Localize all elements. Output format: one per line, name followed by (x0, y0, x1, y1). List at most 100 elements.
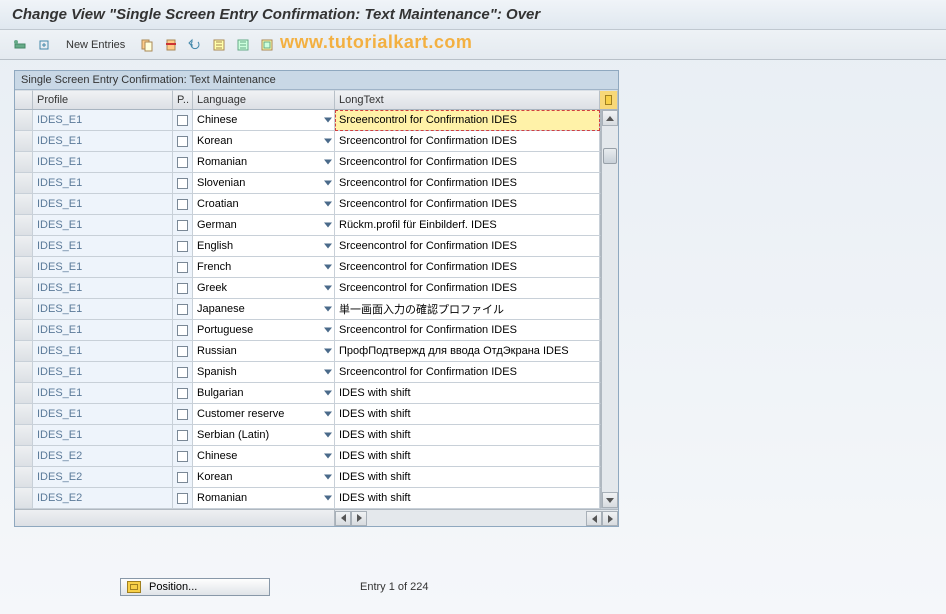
row-selector[interactable] (15, 152, 33, 173)
row-selector[interactable] (15, 194, 33, 215)
dropdown-icon[interactable] (324, 244, 332, 249)
cell-language[interactable]: Korean (193, 131, 335, 152)
dropdown-icon[interactable] (324, 370, 332, 375)
row-selector[interactable] (15, 173, 33, 194)
cell-language[interactable]: Bulgarian (193, 383, 335, 404)
row-selector[interactable] (15, 425, 33, 446)
cell-p-checkbox[interactable] (173, 467, 193, 488)
cell-p-checkbox[interactable] (173, 446, 193, 467)
undo-icon[interactable] (185, 35, 205, 55)
cell-profile[interactable]: IDES_E1 (33, 215, 173, 236)
cell-language[interactable]: Romanian (193, 152, 335, 173)
cell-p-checkbox[interactable] (173, 257, 193, 278)
cell-profile[interactable]: IDES_E1 (33, 110, 173, 131)
row-selector[interactable] (15, 299, 33, 320)
row-selector[interactable] (15, 446, 33, 467)
cell-language[interactable]: Customer reserve (193, 404, 335, 425)
scroll-left2-icon[interactable] (586, 511, 602, 526)
cell-p-checkbox[interactable] (173, 236, 193, 257)
cell-longtext[interactable]: IDES with shift (335, 425, 600, 446)
dropdown-icon[interactable] (324, 412, 332, 417)
cell-longtext[interactable]: Srceencontrol for Confirmation IDES (335, 362, 600, 383)
cell-profile[interactable]: IDES_E2 (33, 446, 173, 467)
cell-language[interactable]: Portuguese (193, 320, 335, 341)
cell-profile[interactable]: IDES_E1 (33, 404, 173, 425)
dropdown-icon[interactable] (324, 223, 332, 228)
cell-longtext[interactable]: Srceencontrol for Confirmation IDES (335, 131, 600, 152)
cell-longtext[interactable]: IDES with shift (335, 467, 600, 488)
cell-profile[interactable]: IDES_E1 (33, 278, 173, 299)
cell-profile[interactable]: IDES_E2 (33, 488, 173, 509)
cell-p-checkbox[interactable] (173, 362, 193, 383)
cell-longtext[interactable]: IDES with shift (335, 446, 600, 467)
cell-language[interactable]: German (193, 215, 335, 236)
cell-language[interactable]: Chinese (193, 446, 335, 467)
cell-profile[interactable]: IDES_E1 (33, 236, 173, 257)
cell-language[interactable]: Spanish (193, 362, 335, 383)
scroll-thumb[interactable] (603, 148, 617, 164)
cell-language[interactable]: English (193, 236, 335, 257)
cell-profile[interactable]: IDES_E1 (33, 341, 173, 362)
row-selector[interactable] (15, 488, 33, 509)
cell-p-checkbox[interactable] (173, 299, 193, 320)
deselect-all-icon[interactable] (233, 35, 253, 55)
cell-profile[interactable]: IDES_E1 (33, 425, 173, 446)
cell-profile[interactable]: IDES_E1 (33, 131, 173, 152)
cell-longtext[interactable]: Srceencontrol for Confirmation IDES (335, 152, 600, 173)
cell-longtext[interactable]: 単一画面入力の確認プロファイル (335, 299, 600, 320)
cell-longtext[interactable]: ПрофПодтвержд для ввода ОтдЭкрана IDES (335, 341, 600, 362)
col-profile[interactable]: Profile (33, 90, 173, 109)
row-selector[interactable] (15, 404, 33, 425)
dropdown-icon[interactable] (324, 433, 332, 438)
cell-profile[interactable]: IDES_E1 (33, 152, 173, 173)
scroll-up-icon[interactable] (602, 110, 618, 126)
expand-icon[interactable] (34, 35, 54, 55)
dropdown-icon[interactable] (324, 307, 332, 312)
cell-language[interactable]: Slovenian (193, 173, 335, 194)
cell-language[interactable]: Romanian (193, 488, 335, 509)
cell-longtext[interactable]: Srceencontrol for Confirmation IDES (335, 173, 600, 194)
dropdown-icon[interactable] (324, 202, 332, 207)
cell-language[interactable]: French (193, 257, 335, 278)
cell-language[interactable]: Chinese (193, 110, 335, 131)
row-selector[interactable] (15, 467, 33, 488)
dropdown-icon[interactable] (324, 286, 332, 291)
cell-p-checkbox[interactable] (173, 131, 193, 152)
cell-longtext[interactable]: Srceencontrol for Confirmation IDES (335, 194, 600, 215)
cell-longtext[interactable]: IDES with shift (335, 383, 600, 404)
cell-p-checkbox[interactable] (173, 488, 193, 509)
cell-p-checkbox[interactable] (173, 215, 193, 236)
cell-language[interactable]: Japanese (193, 299, 335, 320)
cell-language[interactable]: Croatian (193, 194, 335, 215)
dropdown-icon[interactable] (324, 181, 332, 186)
dropdown-icon[interactable] (324, 454, 332, 459)
cell-p-checkbox[interactable] (173, 152, 193, 173)
cell-p-checkbox[interactable] (173, 173, 193, 194)
cell-language[interactable]: Russian (193, 341, 335, 362)
col-p[interactable]: P.. (173, 90, 193, 109)
new-entries-button[interactable]: New Entries (58, 37, 133, 53)
cell-longtext[interactable]: IDES with shift (335, 488, 600, 509)
cell-profile[interactable]: IDES_E1 (33, 383, 173, 404)
scroll-left-icon[interactable] (335, 511, 351, 526)
scroll-down-icon[interactable] (602, 492, 618, 508)
select-all-icon[interactable] (209, 35, 229, 55)
vertical-scrollbar[interactable] (601, 110, 618, 508)
cell-longtext[interactable]: IDES with shift (335, 404, 600, 425)
row-selector[interactable] (15, 383, 33, 404)
cell-longtext[interactable]: Srceencontrol for Confirmation IDES (335, 110, 600, 131)
row-selector[interactable] (15, 131, 33, 152)
cell-longtext[interactable]: Srceencontrol for Confirmation IDES (335, 278, 600, 299)
dropdown-icon[interactable] (324, 475, 332, 480)
row-selector[interactable] (15, 110, 33, 131)
row-selector[interactable] (15, 278, 33, 299)
toggle-display-icon[interactable] (10, 35, 30, 55)
dropdown-icon[interactable] (324, 160, 332, 165)
cell-p-checkbox[interactable] (173, 383, 193, 404)
cell-p-checkbox[interactable] (173, 341, 193, 362)
dropdown-icon[interactable] (324, 118, 332, 123)
horizontal-scrollbar[interactable] (15, 509, 618, 526)
scroll-right2-icon[interactable] (602, 511, 618, 526)
cell-profile[interactable]: IDES_E1 (33, 362, 173, 383)
dropdown-icon[interactable] (324, 391, 332, 396)
